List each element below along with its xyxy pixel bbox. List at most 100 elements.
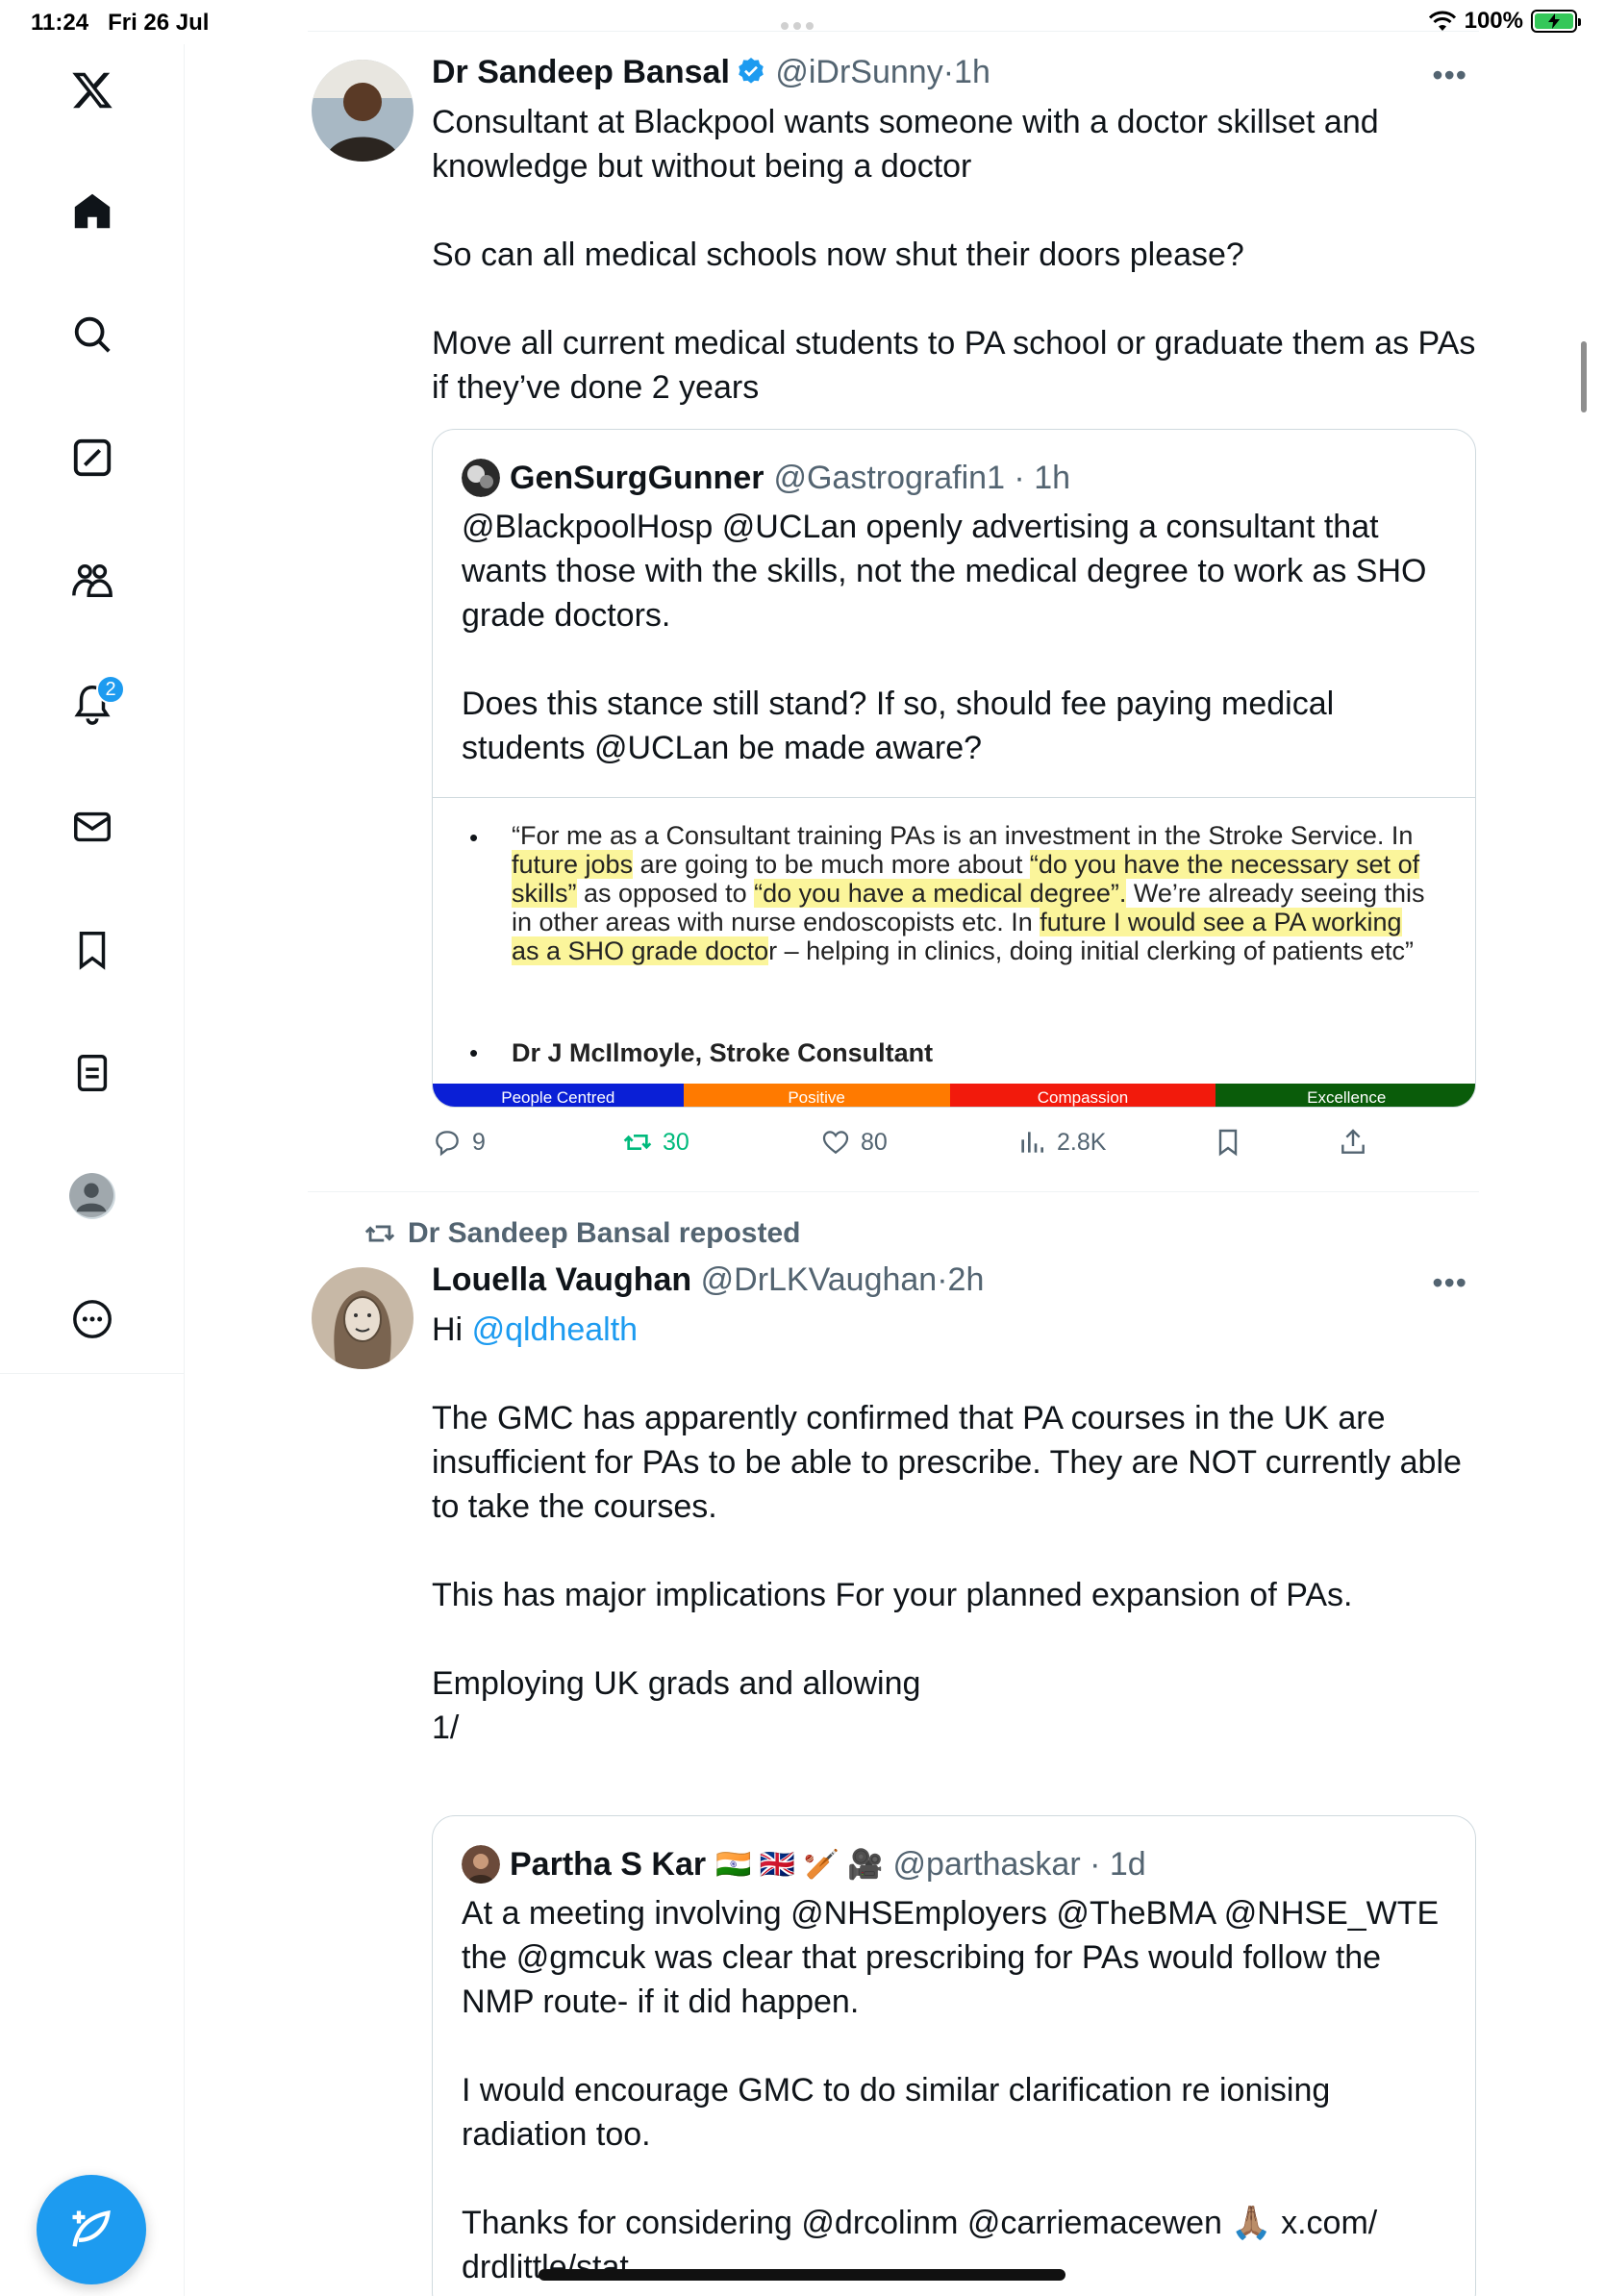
search-icon[interactable] [58,300,127,369]
quoted-tweet[interactable]: GenSurgGunner @Gastrografin1 · 1h @Black… [432,429,1476,1108]
repost-button[interactable]: 30 [622,1127,689,1158]
verified-badge-icon [739,58,764,84]
values-bar-segment: Compassion [949,1084,1216,1107]
image-text-segment: are going to be much more about [633,850,1030,879]
more-icon[interactable] [58,1285,127,1354]
multitasking-dots[interactable] [781,17,823,30]
quoted-tweet-image[interactable]: • “For me as a Consultant training PAs i… [433,797,1475,1107]
values-bar-segment: Excellence [1216,1084,1475,1107]
repost-by-label[interactable]: Dr Sandeep Bansal reposted [408,1217,800,1250]
repost-context: Dr Sandeep Bansal reposted [363,1217,800,1250]
quoted-author-name: GenSurgGunner [510,459,764,496]
image-signoff: Dr J McIlmoyle, Stroke Consultant [512,1038,934,1067]
reply-button[interactable]: 9 [432,1127,486,1158]
tweet-paragraph: 1/ [432,1710,460,1746]
tweet-actions: 9 30 80 2.8K [432,1127,1393,1175]
quoted-paragraph [462,637,1452,682]
wifi-icon [1428,11,1456,31]
tweet-time[interactable]: 2h [948,1261,985,1298]
like-count: 80 [861,1128,888,1156]
quoted-author-avatar [462,1845,500,1884]
notifications-icon[interactable]: 2 [58,669,127,738]
author-name[interactable]: Dr Sandeep Bansal [432,54,730,90]
quoted-tweet-text: At a meeting involving @NHSEmployers @Th… [462,1891,1452,2289]
mention-link[interactable]: @qldhealth [472,1311,639,1348]
highlighted-text: future jobs [512,850,634,879]
profile-avatar-icon[interactable] [58,1161,127,1231]
tweet-paragraph: This has major implications For your pla… [432,1577,1353,1613]
like-button[interactable]: 80 [820,1127,888,1158]
status-time: 11:24 Fri 26 Jul [31,10,210,36]
image-text-segment: “For me as a Consultant training PAs is … [512,821,1414,850]
quoted-author-handle: @Gastrografin1 · 1h [773,459,1071,496]
communities-icon[interactable] [58,546,127,615]
author-handle[interactable]: @DrLKVaughan [701,1261,938,1298]
tweet-paragraph [432,1617,1480,1661]
tweet-paragraph [432,1352,1480,1396]
quoted-paragraph: @BlackpoolHosp @UCLan openly advertising… [462,509,1427,634]
bookmark-icon [1218,1129,1238,1157]
views-button[interactable]: 2.8K [1016,1127,1106,1158]
repost-icon [364,1225,395,1242]
author-avatar[interactable] [312,1267,414,1369]
quoted-author-emojis: 🇮🇳 🇬🇧 🏏 🎥 [715,1848,884,1881]
sidebar-divider [0,1373,185,1374]
tweet-paragraph [432,1529,1480,1573]
repost-count: 30 [663,1128,689,1156]
values-bar-segment: Positive [683,1084,950,1107]
messages-icon[interactable] [58,792,127,861]
views-icon [1021,1132,1043,1153]
values-bar-segment: People Centred [433,1084,684,1107]
repost-icon [623,1135,652,1150]
quoted-paragraph: I would encourage GMC to do similar clar… [462,2072,1331,2153]
author-handle[interactable]: @iDrSunny [775,54,942,90]
tweet-text: Consultant at Blackpool wants someone wi… [432,100,1480,410]
bookmark-button[interactable] [1213,1127,1243,1158]
heart-icon [822,1131,849,1155]
tweet-header: Dr Sandeep Bansal @iDrSunny·1h [432,54,990,90]
quoted-tweet-header: GenSurgGunner @Gastrografin1 · 1h [462,459,1070,497]
lists-icon[interactable] [58,1038,127,1108]
quoted-author-handle: @parthaskar · 1d [892,1845,1146,1883]
more-options-icon[interactable]: ••• [1432,1265,1467,1301]
notification-badge: 2 [96,675,125,704]
quoted-paragraph: Does this stance still stand? If so, sho… [462,686,1335,766]
home-icon[interactable] [58,177,127,246]
tweet-paragraph: Move all current medical students to PA … [432,325,1476,406]
tweet-paragraph: So can all medical schools now shut thei… [432,237,1244,273]
quoted-tweet[interactable]: Partha S Kar 🇮🇳 🇬🇧 🏏 🎥 @parthaskar · 1d … [432,1815,1476,2296]
compose-post-icon [72,2209,111,2247]
tweet-paragraph: Hi @qldhealth [432,1311,639,1348]
image-values-bar: People Centred Positive Compassion Excellen… [433,1084,1475,1107]
quoted-author-name: Partha S Kar [510,1845,707,1883]
reply-icon [436,1131,459,1157]
reply-count: 9 [472,1128,486,1156]
compose-post-button[interactable] [37,2175,146,2284]
tweet-time[interactable]: 1h [954,54,990,90]
image-text-segment: as opposed to [576,879,755,908]
quoted-author-avatar [462,459,500,497]
scrollbar[interactable] [1581,341,1587,412]
more-options-icon[interactable]: ••• [1432,58,1467,93]
share-icon [1341,1129,1365,1154]
battery-icon [1531,10,1581,33]
quoted-paragraph [462,2024,1452,2068]
quoted-tweet-header: Partha S Kar 🇮🇳 🇬🇧 🏏 🎥 @parthaskar · 1d [462,1845,1146,1884]
image-quote-text: “For me as a Consultant training PAs is … [512,821,1435,965]
author-name[interactable]: Louella Vaughan [432,1261,691,1298]
bookmarks-icon[interactable] [58,915,127,985]
tweet-paragraph [432,188,1480,233]
grok-icon[interactable] [58,423,127,492]
x-logo-icon[interactable] [58,56,127,125]
image-text-segment: r – helping in clinics, doing initial cl… [768,936,1415,965]
home-indicator[interactable] [539,2269,1065,2281]
tweet-text: Hi @qldhealth The GMC has apparently con… [432,1308,1480,1750]
tweet-header: Louella Vaughan @DrLKVaughan·2h [432,1261,985,1298]
sidebar-nav: 2 [0,44,185,2296]
status-bar: 11:24 Fri 26 Jul 100% [0,0,1604,44]
share-button[interactable] [1338,1127,1368,1158]
views-count: 2.8K [1057,1128,1107,1156]
quoted-tweet-text: @BlackpoolHosp @UCLan openly advertising… [462,505,1452,770]
author-avatar[interactable] [312,60,414,162]
timeline-top-divider [308,31,1479,32]
